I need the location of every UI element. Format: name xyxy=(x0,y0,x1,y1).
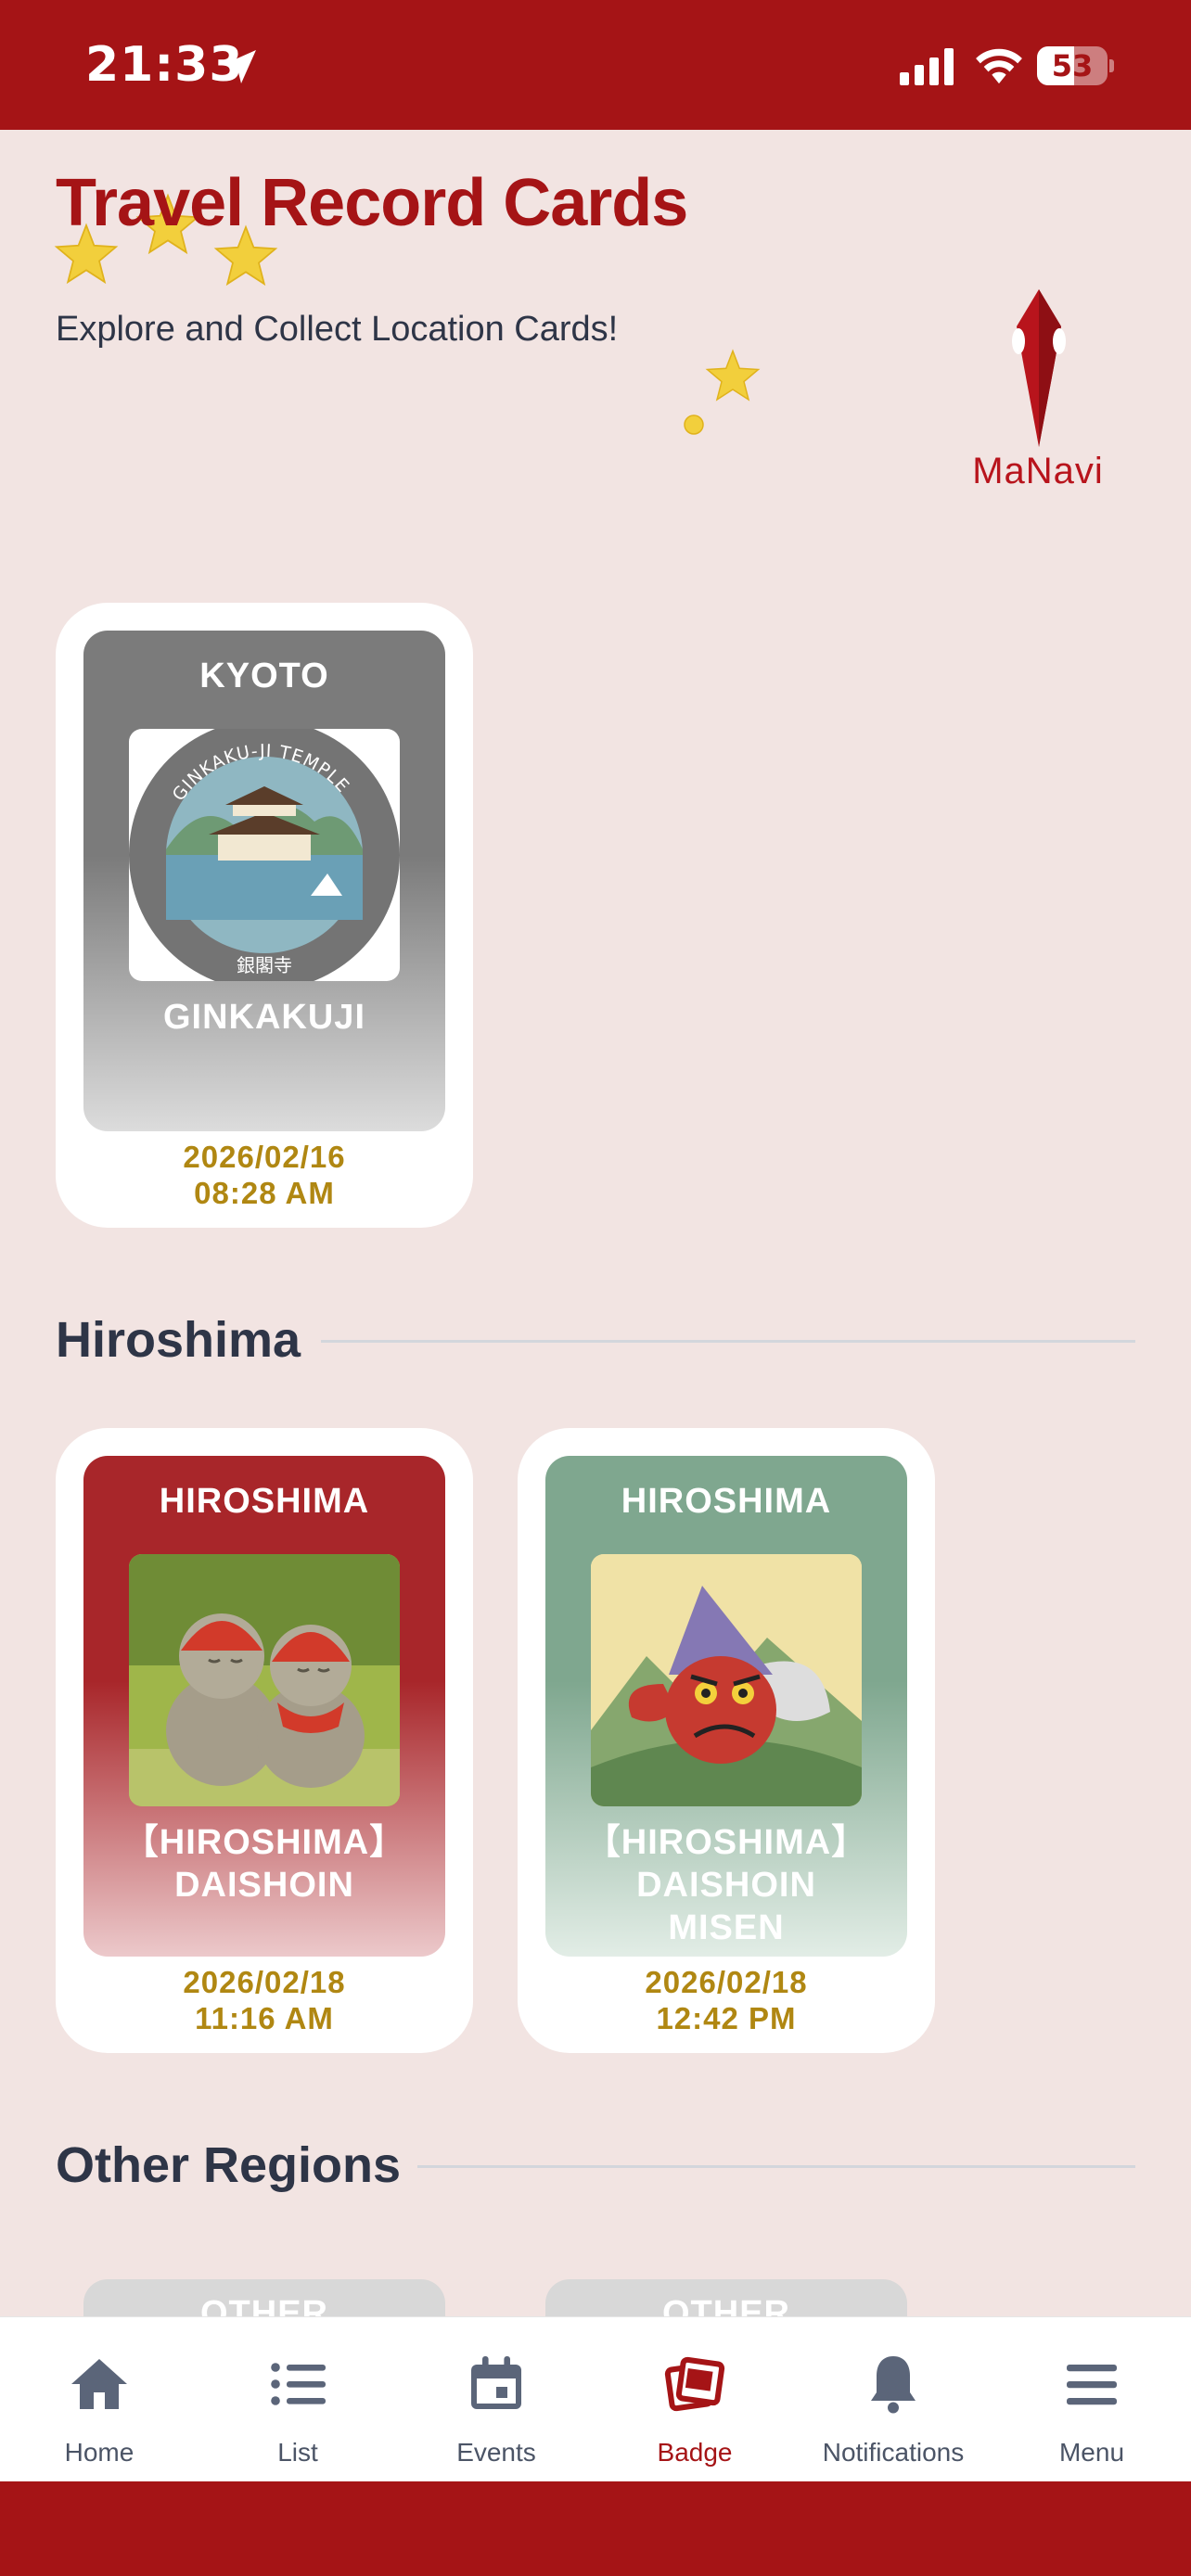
battery-percent: 53 xyxy=(1051,48,1094,83)
jizo-statues-image xyxy=(129,1554,400,1806)
section-divider xyxy=(417,2165,1135,2168)
tab-label: Notifications xyxy=(822,2438,965,2467)
card-region: KYOTO xyxy=(199,657,329,695)
calendar-icon xyxy=(471,2356,521,2409)
card-time: 11:16 AM xyxy=(195,2001,334,2035)
card-date: 2026/02/18 xyxy=(645,1965,808,1999)
tab-events[interactable]: Events xyxy=(397,2317,596,2482)
card-date: 2026/02/16 xyxy=(183,1140,346,1174)
tab-menu[interactable]: Menu xyxy=(992,2317,1191,2482)
tengu-mask-image xyxy=(591,1554,862,1806)
travel-card[interactable]: HIROSHIMA 【HIROSHIMA】 DAISHOIN 2026/02/1… xyxy=(56,1428,473,2053)
card-date: 2026/02/18 xyxy=(183,1965,346,1999)
cellular-signal-icon xyxy=(900,48,954,85)
wifi-icon xyxy=(976,48,1022,84)
home-icon xyxy=(71,2359,127,2409)
card-face: HIROSHIMA 【HIROSHIMA】 DAISHOIN MISEN xyxy=(545,1456,907,1957)
section-title-other-regions: Other Regions xyxy=(56,2137,402,2193)
card-name-line3: MISEN xyxy=(668,1908,785,1947)
page-subtitle: Explore and Collect Location Cards! xyxy=(56,310,619,349)
card-name-line2: DAISHOIN xyxy=(174,1866,354,1905)
tab-label: Home xyxy=(64,2438,134,2467)
tab-notifications[interactable]: Notifications xyxy=(794,2317,992,2482)
manavi-logo-text: MaNavi xyxy=(972,451,1104,491)
tab-home[interactable]: Home xyxy=(0,2317,198,2482)
card-name: GINKAKUJI xyxy=(162,998,366,1037)
card-face: KYOTO GINKAKU-JI TEMPLE 銀閣寺 GINKAKUJI xyxy=(83,631,445,1131)
status-bar: 21:33 53 xyxy=(0,0,1191,130)
section-title-hiroshima: Hiroshima xyxy=(56,1312,301,1368)
list-icon xyxy=(271,2363,326,2405)
card-face: HIROSHIMA 【HIROSHIMA】 DAISHOIN xyxy=(83,1456,445,1957)
star-icon xyxy=(705,349,761,402)
tab-list[interactable]: List xyxy=(198,2317,397,2482)
location-arrow-icon xyxy=(223,50,256,83)
bell-icon xyxy=(871,2356,916,2414)
bottom-tab-bar: Home List Events Badge Notifications Men… xyxy=(0,2316,1191,2481)
page-title: Travel Record Cards xyxy=(56,166,688,240)
travel-card[interactable]: HIROSHIMA 【HIROSHIMA】 DAISHOIN MISEN 202… xyxy=(518,1428,935,2053)
tab-badge[interactable]: Badge xyxy=(596,2317,794,2482)
card-region: HIROSHIMA xyxy=(621,1482,832,1521)
tab-label: Events xyxy=(456,2438,536,2467)
tab-label: List xyxy=(277,2438,318,2467)
sparkle-dot-icon xyxy=(684,414,704,435)
bottom-bar xyxy=(0,2481,1191,2576)
card-time: 12:42 PM xyxy=(656,2001,797,2035)
section-divider xyxy=(321,1340,1135,1343)
card-name-line2: DAISHOIN xyxy=(636,1866,816,1905)
card-time: 08:28 AM xyxy=(194,1176,335,1210)
ginkakuji-temple-image: GINKAKU-JI TEMPLE 銀閣寺 xyxy=(129,729,400,981)
tab-label: Menu xyxy=(1058,2438,1125,2467)
travel-card[interactable]: KYOTO GINKAKU-JI TEMPLE 銀閣寺 GINKAKUJI 20… xyxy=(56,603,473,1228)
card-name-line1: 【HIROSHIMA】 xyxy=(122,1823,406,1862)
tab-label: Badge xyxy=(657,2438,733,2467)
image-caption-bottom: 銀閣寺 xyxy=(237,954,292,976)
hamburger-menu-icon xyxy=(1067,2365,1117,2405)
battery-indicator: 53 xyxy=(1037,46,1114,85)
manavi-logo-icon xyxy=(1012,289,1066,447)
card-name-line1: 【HIROSHIMA】 xyxy=(584,1823,868,1862)
badge-cards-icon xyxy=(664,2356,725,2412)
card-region: HIROSHIMA xyxy=(159,1482,370,1521)
